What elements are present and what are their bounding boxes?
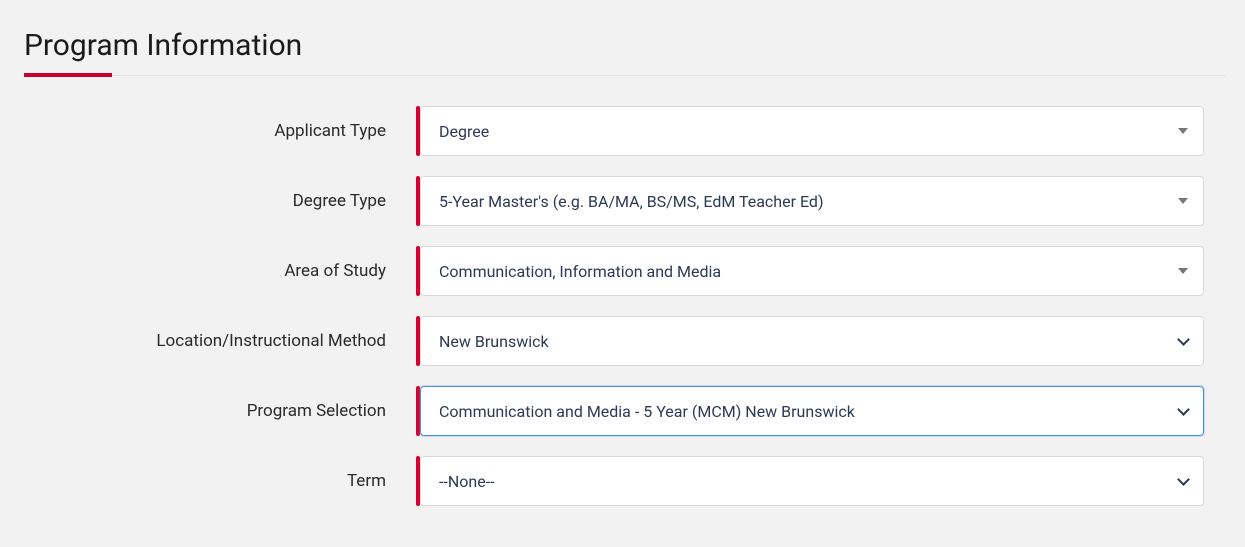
select-value: 5-Year Master's (e.g. BA/MA, BS/MS, EdM …	[439, 192, 824, 211]
label-degree-type: Degree Type	[24, 191, 420, 211]
field-wrap-degree-type: 5-Year Master's (e.g. BA/MA, BS/MS, EdM …	[420, 176, 1204, 226]
page-title: Program Information	[24, 28, 1225, 63]
row-area-of-study: Area of Study Communication, Information…	[24, 246, 1225, 296]
program-information-form: Applicant Type Degree Degree Type 5-Year…	[24, 106, 1225, 506]
select-degree-type[interactable]: 5-Year Master's (e.g. BA/MA, BS/MS, EdM …	[420, 176, 1204, 226]
row-term: Term --None--	[24, 456, 1225, 506]
field-wrap-term: --None--	[420, 456, 1204, 506]
field-wrap-location: New Brunswick	[420, 316, 1204, 366]
field-wrap-program-selection: Communication and Media - 5 Year (MCM) N…	[420, 386, 1204, 436]
select-value: --None--	[439, 472, 495, 491]
chevron-down-icon	[1177, 335, 1189, 347]
chevron-down-icon	[1177, 405, 1189, 417]
label-applicant-type: Applicant Type	[24, 121, 420, 141]
field-wrap-area-of-study: Communication, Information and Media	[420, 246, 1204, 296]
field-wrap-applicant-type: Degree	[420, 106, 1204, 156]
row-applicant-type: Applicant Type Degree	[24, 106, 1225, 156]
row-location: Location/Instructional Method New Brunsw…	[24, 316, 1225, 366]
row-program-selection: Program Selection Communication and Medi…	[24, 386, 1225, 436]
row-degree-type: Degree Type 5-Year Master's (e.g. BA/MA,…	[24, 176, 1225, 226]
select-value: Degree	[439, 122, 489, 141]
select-value: Communication and Media - 5 Year (MCM) N…	[439, 402, 855, 421]
heading-underline	[24, 75, 1225, 76]
select-area-of-study[interactable]: Communication, Information and Media	[420, 246, 1204, 296]
dropdown-triangle-icon	[1177, 125, 1189, 137]
select-program-selection[interactable]: Communication and Media - 5 Year (MCM) N…	[420, 386, 1204, 436]
chevron-down-icon	[1177, 475, 1189, 487]
select-location[interactable]: New Brunswick	[420, 316, 1204, 366]
label-area-of-study: Area of Study	[24, 261, 420, 281]
select-value: Communication, Information and Media	[439, 262, 721, 281]
select-term[interactable]: --None--	[420, 456, 1204, 506]
dropdown-triangle-icon	[1177, 265, 1189, 277]
select-value: New Brunswick	[439, 332, 549, 351]
dropdown-triangle-icon	[1177, 195, 1189, 207]
label-program-selection: Program Selection	[24, 401, 420, 421]
label-location: Location/Instructional Method	[24, 331, 420, 351]
select-applicant-type[interactable]: Degree	[420, 106, 1204, 156]
label-term: Term	[24, 471, 420, 491]
